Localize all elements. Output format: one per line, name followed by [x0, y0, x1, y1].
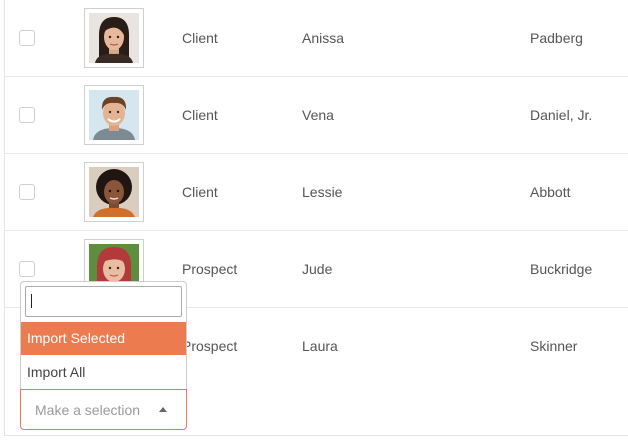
row-checkbox[interactable]	[19, 107, 35, 123]
select-placeholder: Make a selection	[35, 402, 141, 418]
option-import-all[interactable]: Import All	[21, 356, 186, 389]
bulk-action-dropdown-menu: Import Selected Import All	[20, 281, 187, 390]
last-name-cell: Daniel, Jr.	[530, 107, 593, 123]
first-name-cell: Lessie	[302, 184, 343, 200]
option-import-selected[interactable]: Import Selected	[21, 322, 186, 355]
chevron-up-icon	[159, 407, 167, 412]
last-name-cell: Skinner	[530, 338, 578, 354]
woman-curly-hair-avatar-icon	[89, 167, 139, 217]
bulk-action-select[interactable]: Make a selection	[20, 389, 187, 430]
row-checkbox[interactable]	[19, 261, 35, 277]
type-cell: Client	[182, 30, 218, 46]
last-name-cell: Abbott	[530, 184, 571, 200]
type-cell: Prospect	[182, 338, 238, 354]
row-checkbox[interactable]	[19, 30, 35, 46]
first-name-cell: Anissa	[302, 30, 345, 46]
table-row[interactable]: Client Vena Daniel, Jr.	[4, 77, 628, 154]
type-cell: Client	[182, 184, 218, 200]
man-brown-hair-avatar-icon	[89, 90, 139, 140]
text-cursor	[31, 294, 32, 308]
first-name-cell: Vena	[302, 107, 334, 123]
type-cell: Prospect	[182, 261, 238, 277]
type-cell: Client	[182, 107, 218, 123]
last-name-cell: Padberg	[530, 30, 583, 46]
row-checkbox[interactable]	[19, 184, 35, 200]
table-row[interactable]: Client Anissa Padberg	[4, 0, 628, 77]
table-row[interactable]: Client Lessie Abbott	[4, 154, 628, 231]
dropdown-search-input[interactable]	[25, 286, 182, 317]
avatar	[84, 162, 144, 222]
first-name-cell: Jude	[302, 261, 333, 277]
woman-dark-hair-avatar-icon	[89, 13, 139, 63]
avatar	[84, 8, 144, 68]
avatar	[84, 85, 144, 145]
last-name-cell: Buckridge	[530, 261, 593, 277]
first-name-cell: Laura	[302, 338, 338, 354]
